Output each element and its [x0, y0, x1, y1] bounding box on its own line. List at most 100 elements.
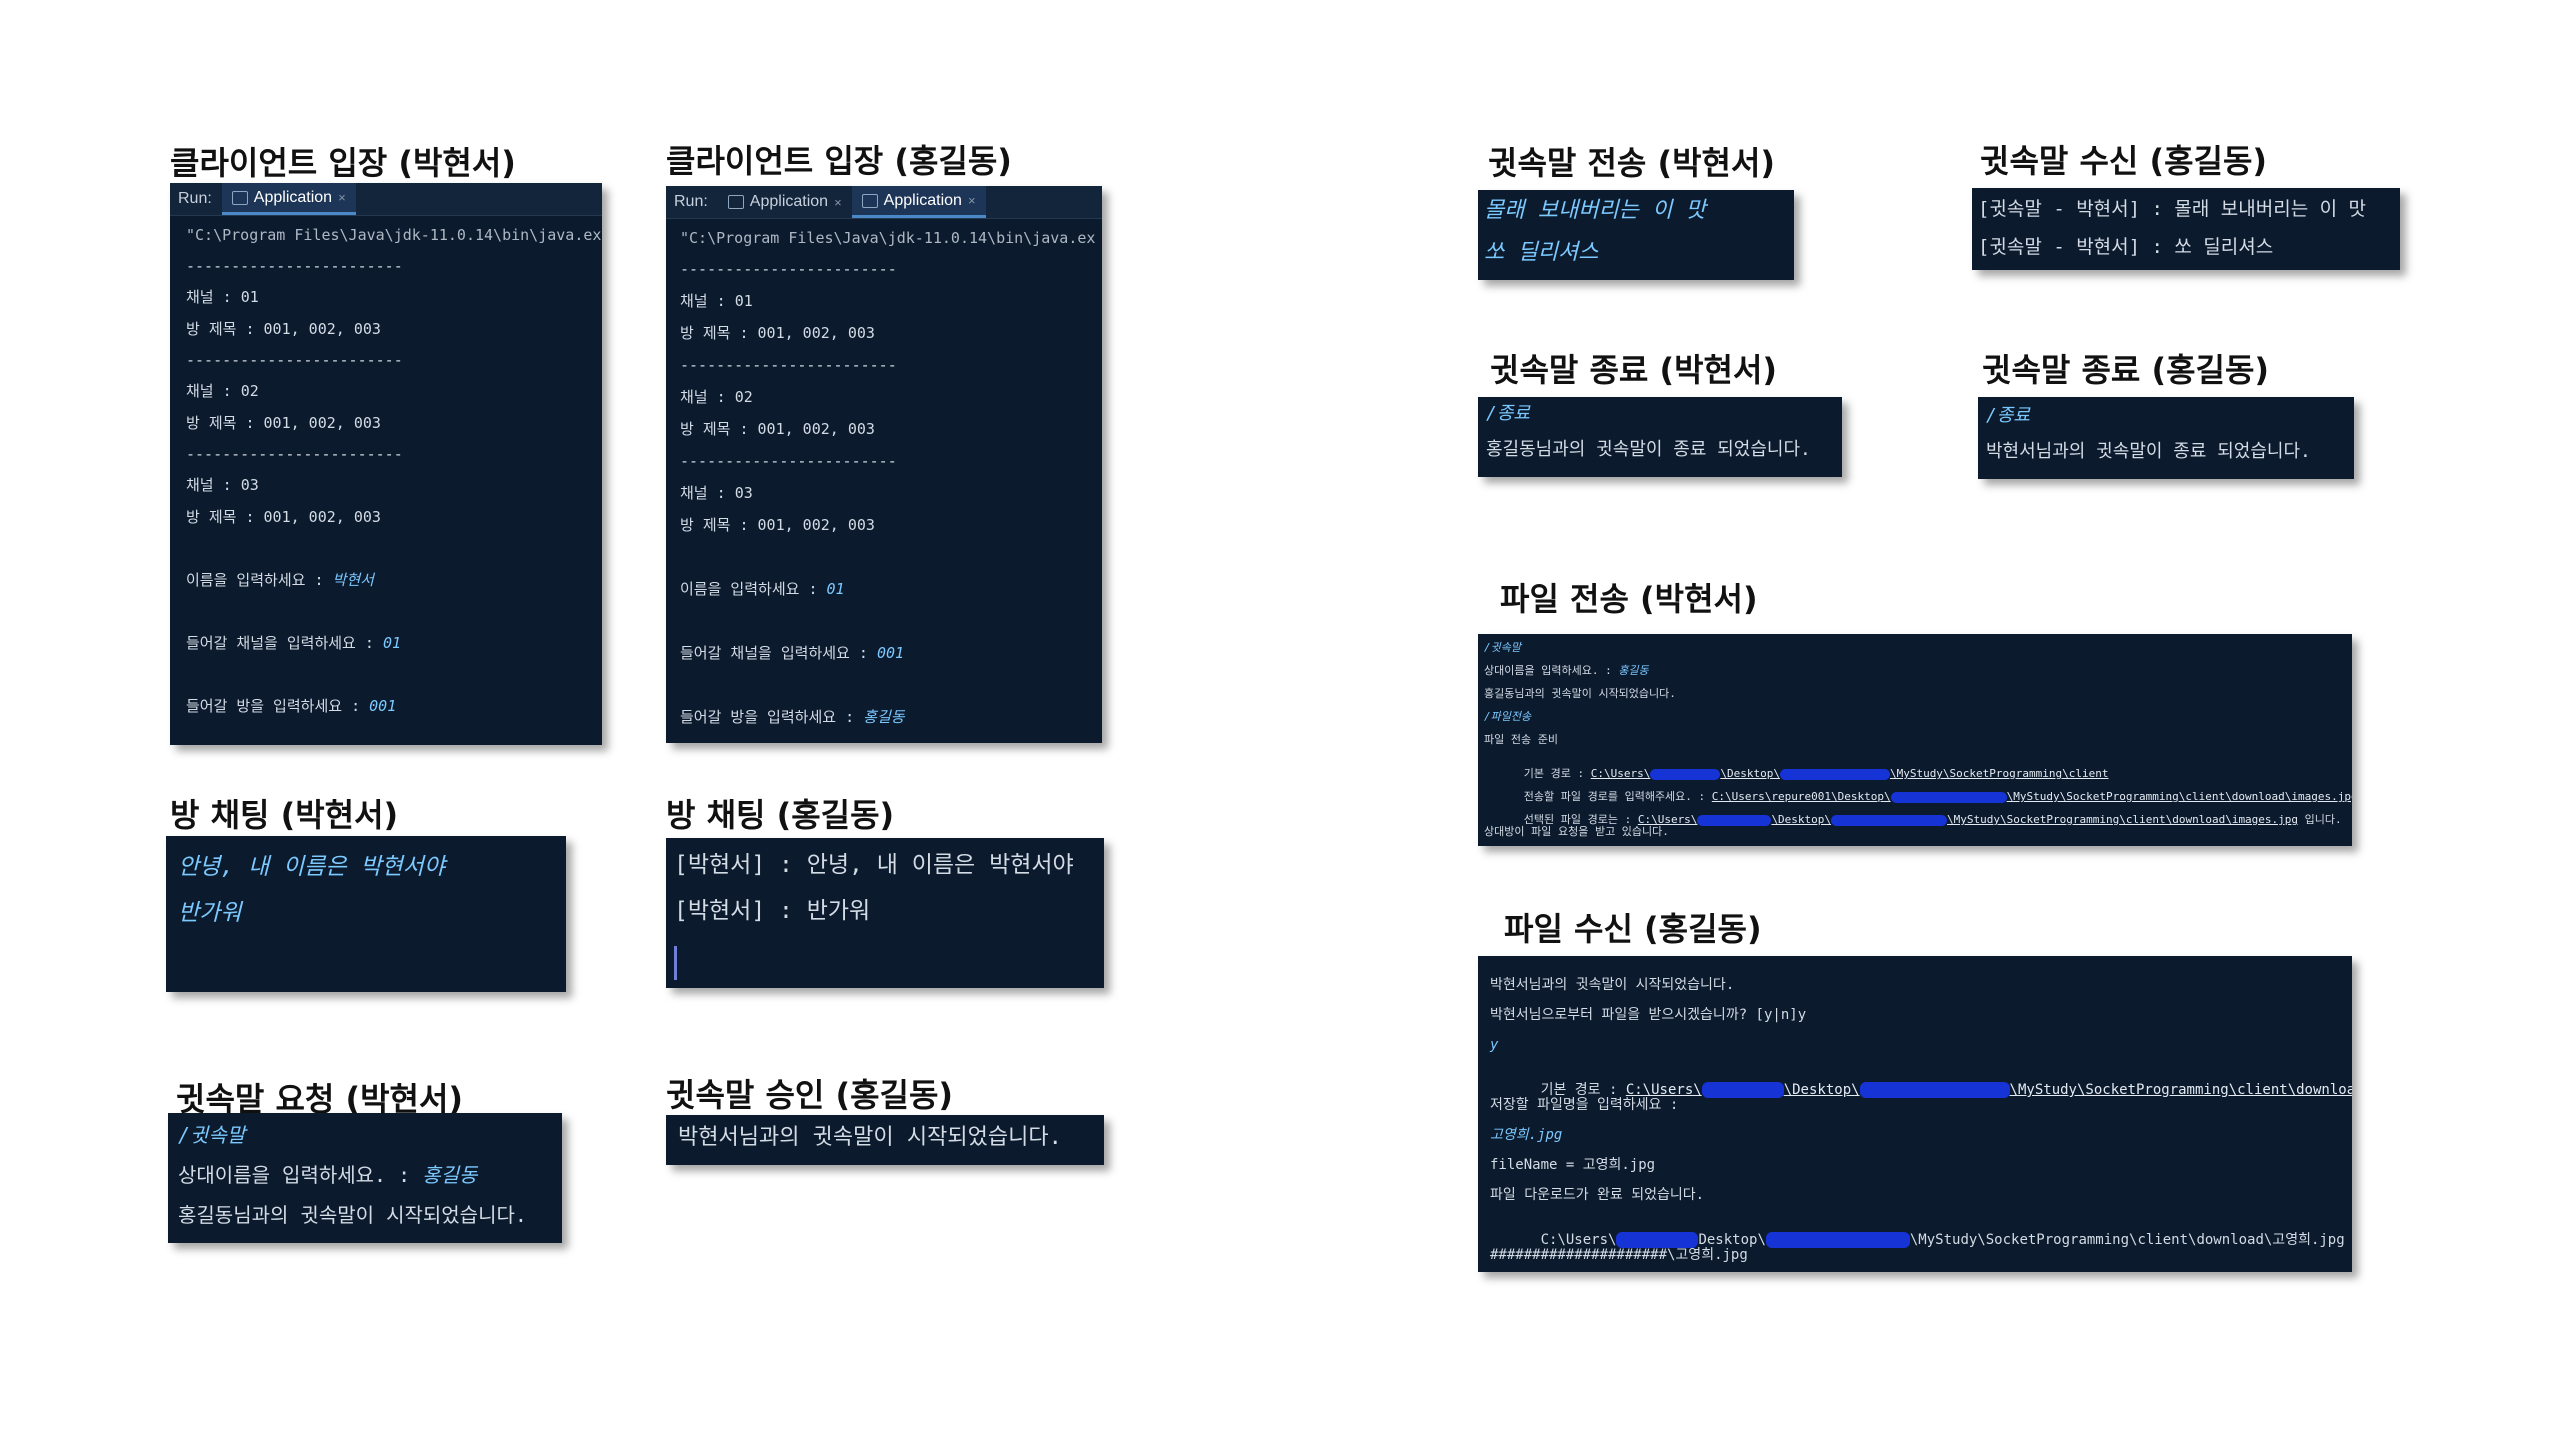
console-line: ------------------------ — [186, 351, 403, 369]
input-value: 001 — [876, 644, 905, 662]
redaction-mark — [1697, 814, 1772, 826]
console-line: 기본 경로 : C:\Users\ \Desktop\ \MyStudy\Socke… — [1484, 757, 2352, 780]
input-value: 홍길동 — [863, 708, 905, 726]
console-line: 전송할 파일 경로를 입력해주세요. : C:\Users\repure001\… — [1484, 780, 2352, 803]
console-output: /종료 홍길동님과의 귓속말이 종료 되었습니다. — [1478, 397, 1842, 477]
console-line: 채널 : 03 — [680, 484, 753, 502]
console-line: "C:\Program Files\Java\jdk-11.0.14\bin\j… — [680, 229, 1096, 247]
section-title: 파일 수신 (홍길동) — [1504, 910, 1762, 948]
console-line: 파일 다운로드가 완료 되었습니다. — [1490, 1187, 1705, 1203]
path-link[interactable]: \Desktop\ — [1771, 813, 1831, 826]
console-output: [귓속말 - 박현서] : 몰래 보내버리는 이 맛 [귓속말 - 박현서] :… — [1972, 188, 2400, 270]
console-line: [귓속말 - 박현서] : 몰래 보내버리는 이 맛 — [1978, 198, 2367, 220]
text-cursor — [674, 946, 677, 980]
console-line: 상대이름을 입력하세요. : 홍길동 — [1484, 665, 2352, 688]
redaction-mark — [1890, 791, 2007, 803]
console-line: 몰래 보내버리는 이 맛 — [1484, 198, 1706, 223]
run-toolbar: Run: Application × — [170, 183, 602, 216]
name-prompt-line: 이름을 입력하세요 : 01 — [680, 582, 1102, 646]
console-line: C:\Users\ Desktop\ \MyStudy\SocketProgramm… — [1490, 1218, 2352, 1248]
console-line: /귓속말 — [178, 1123, 246, 1147]
path-text: \MyStudy\SocketProgramming\client\downlo… — [1909, 1232, 2345, 1248]
console-line: 기본 경로 : C:\Users\ \Desktop\ \MyStudy\Socke… — [1490, 1068, 2352, 1098]
console-output: [박현서] : 안녕, 내 이름은 박현서야 [박현서] : 반가워 — [666, 838, 1104, 988]
path-text: C:\Users\ — [1540, 1232, 1617, 1248]
input-value: 홍길동 — [422, 1163, 478, 1187]
console-line: 박현서님과의 귓속말이 시작되었습니다. — [1490, 977, 1735, 993]
section-title: 귓속말 수신 (홍길동) — [1980, 142, 2268, 180]
console-line: 홍길동님과의 귓속말이 종료 되었습니다. — [1486, 439, 1811, 460]
prompt-text: 상대이름을 입력하세요. : — [1484, 664, 1619, 677]
console-line: ------------------------ — [680, 260, 897, 278]
tab-application-active[interactable]: Application × — [851, 186, 986, 218]
section-title: 클라이언트 입장 (홍길동) — [666, 142, 1012, 180]
run-toolbar: Run: Application × Application × — [666, 186, 1102, 219]
section-title: 귓속말 종료 (박현서) — [1490, 351, 1778, 389]
section-title: 클라이언트 입장 (박현서) — [170, 144, 516, 182]
path-link[interactable]: \MyStudy\SocketProgramming\client\downlo… — [2007, 790, 2352, 803]
run-label: Run: — [674, 193, 708, 210]
console-line: 안녕, 내 이름은 박현서야 — [178, 854, 445, 880]
input-value: 박현서 — [332, 571, 374, 589]
console-line: 홍길동님과의 귓속말이 시작되었습니다. — [178, 1203, 527, 1227]
prompt-text: 이름을 입력하세요 : — [186, 571, 333, 589]
room-prompt-line: 들어갈 방을 입력하세요 : 홍길동 — [680, 710, 1102, 725]
console-line: 저장할 파일명을 입력하세요 : — [1490, 1097, 1679, 1113]
prompt-text: 들어갈 채널을 입력하세요 : — [186, 634, 383, 652]
console-line: 방 제목 : 001, 002, 003 — [186, 414, 381, 432]
input-value: 001 — [369, 697, 397, 715]
section-title: 방 채팅 (박현서) — [170, 796, 399, 834]
path-link[interactable]: C:\Users\ — [1591, 767, 1651, 780]
tab-label: Application — [253, 188, 333, 206]
close-icon[interactable]: × — [834, 195, 842, 210]
console-output: /종료 박현서님과의 귓속말이 종료 되었습니다. — [1978, 397, 2354, 479]
input-value: 01 — [382, 634, 402, 652]
path-link[interactable]: \Desktop\ — [1784, 1082, 1860, 1098]
section-title: 귓속말 종료 (홍길동) — [1982, 351, 2270, 389]
console-line: 채널 : 02 — [186, 382, 259, 400]
redaction-mark — [1859, 1082, 2010, 1098]
path-text: Desktop\ — [1698, 1232, 1766, 1248]
run-label: Run: — [178, 190, 212, 207]
path-link[interactable]: \MyStudy\SocketProgramming\client\downlo… — [2010, 1082, 2352, 1098]
console-line: 채널 : 02 — [680, 388, 753, 406]
console-line: 방 제목 : 001, 002, 003 — [680, 516, 875, 534]
prompt-text: 이름을 입력하세요 : — [680, 580, 827, 598]
tab-label: Application — [749, 193, 829, 210]
prompt-text: 상대이름을 입력하세요. : — [178, 1163, 423, 1187]
console-line: 채널 : 01 — [680, 292, 753, 310]
application-icon — [231, 190, 248, 205]
console-line: 방 제목 : 001, 002, 003 — [680, 324, 875, 342]
redaction-mark — [1779, 768, 1890, 780]
tab-application[interactable]: Application × — [221, 183, 356, 215]
tab-label: Application — [883, 191, 962, 209]
console-output: 몰래 보내버리는 이 맛 쏘 딜리셔스 — [1478, 190, 1794, 280]
run-console: Run: Application × Application × "C:\Pro… — [666, 186, 1102, 743]
console-line: y — [1490, 1037, 1499, 1053]
console-output: /귓속말 상대이름을 입력하세요. : 홍길동 홍길동님과의 귓속말이 시작되었… — [1478, 634, 2352, 846]
console-output: 안녕, 내 이름은 박현서야 반가워 — [166, 836, 566, 992]
channel-prompt-line: 들어갈 채널을 입력하세요 : 001 — [680, 646, 1102, 710]
path-link[interactable]: C:\Users\repure001\Desktop\ — [1712, 790, 1891, 803]
console-output: /귓속말 상대이름을 입력하세요. : 홍길동 홍길동님과의 귓속말이 시작되었… — [168, 1113, 562, 1243]
path-link[interactable]: \MyStudy\SocketProgramming\client\downlo… — [1947, 813, 2298, 826]
console-output: "C:\Program Files\Java\jdk-11.0.14\bin\j… — [170, 216, 602, 714]
prompt-text: 전송할 파일 경로를 입력해주세요. : — [1523, 790, 1712, 803]
console-output: 박현서님과의 귓속말이 시작되었습니다. 박현서님으로부터 파일을 받으시겠습니… — [1478, 956, 2352, 1272]
console-line: 방 제목 : 001, 002, 003 — [186, 508, 381, 526]
console-line: /종료 — [1986, 405, 2030, 426]
path-link[interactable]: C:\Users\ — [1626, 1082, 1702, 1098]
close-icon[interactable]: × — [968, 193, 976, 208]
console-line: 방 제목 : 001, 002, 003 — [680, 420, 875, 438]
path-link[interactable]: \MyStudy\SocketProgramming\client — [1890, 767, 2109, 780]
console-line: [귓속말 - 박현서] : 쏘 딜리셔스 — [1978, 236, 2274, 258]
prompt-text: 기본 경로 : — [1540, 1082, 1626, 1098]
console-line: 채널 : 01 — [186, 288, 259, 306]
close-icon[interactable]: × — [338, 190, 346, 205]
console-line: 방 제목 : 001, 002, 003 — [186, 320, 381, 338]
console-line: 홍길동님과의 귓속말이 시작되었습니다. — [1484, 687, 1676, 700]
path-link[interactable]: \Desktop\ — [1720, 767, 1780, 780]
tab-application[interactable]: Application × — [718, 186, 852, 218]
channel-prompt-line: 들어갈 채널을 입력하세요 : 01 — [186, 636, 602, 699]
console-line: 박현서님과의 귓속말이 종료 되었습니다. — [1986, 441, 2311, 462]
